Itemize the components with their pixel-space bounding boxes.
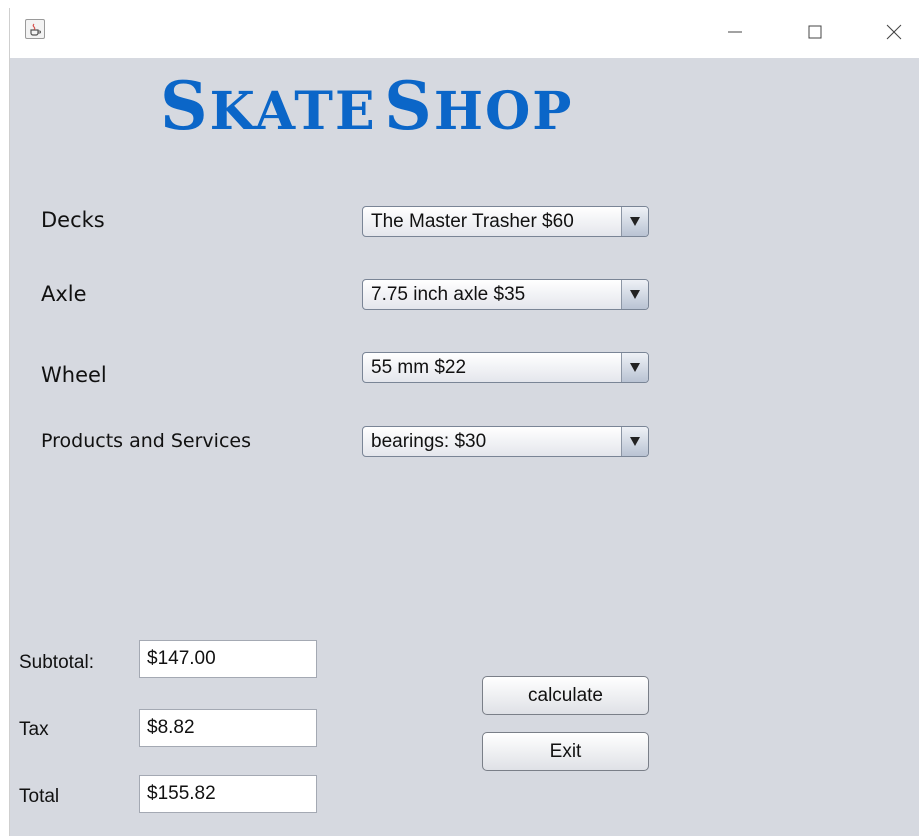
products-label: Products and Services (41, 430, 251, 452)
wheel-label: Wheel (41, 363, 107, 387)
chevron-down-icon (630, 363, 640, 372)
minimize-icon (728, 31, 742, 33)
maximize-button[interactable] (793, 14, 837, 50)
exit-button[interactable]: Exit (482, 732, 649, 771)
axle-dropdown-arrow[interactable] (621, 280, 648, 309)
wheel-selected-value: 55 mm $22 (371, 357, 467, 378)
total-label: Total (19, 786, 60, 807)
subtotal-field[interactable]: $147.00 (139, 640, 317, 678)
close-icon (886, 24, 902, 40)
decks-dropdown[interactable]: The Master Trasher $60 (362, 206, 649, 237)
title-first-rest: KATE (209, 81, 377, 142)
wheel-dropdown[interactable]: 55 mm $22 (362, 352, 649, 383)
total-field[interactable]: $155.82 (139, 775, 317, 813)
subtotal-label: Subtotal: (19, 652, 94, 673)
axle-label: Axle (41, 282, 87, 306)
shop-title: SKATE SHOP (160, 66, 720, 146)
axle-selected-value: 7.75 inch axle $35 (371, 284, 526, 305)
axle-dropdown[interactable]: 7.75 inch axle $35 (362, 279, 649, 310)
close-button[interactable] (872, 14, 916, 50)
minimize-button[interactable] (713, 14, 757, 50)
tax-label: Tax (19, 719, 49, 740)
title-first-cap: S (160, 67, 210, 145)
title-bar (10, 8, 919, 58)
decks-dropdown-arrow[interactable] (621, 207, 648, 236)
maximize-icon (808, 25, 822, 39)
app-window: SKATE SHOP Decks The Master Trasher $60 … (9, 8, 919, 836)
title-second-rest: HOP (433, 81, 574, 142)
title-second-cap: S (384, 67, 434, 145)
decks-selected-value: The Master Trasher $60 (371, 211, 574, 232)
chevron-down-icon (630, 217, 640, 226)
chevron-down-icon (630, 437, 640, 446)
java-cup-icon[interactable] (25, 19, 45, 39)
wheel-dropdown-arrow[interactable] (621, 353, 648, 382)
products-dropdown[interactable]: bearings: $30 (362, 426, 649, 457)
decks-label: Decks (41, 208, 105, 232)
tax-field[interactable]: $8.82 (139, 709, 317, 747)
products-dropdown-arrow[interactable] (621, 427, 648, 456)
products-selected-value: bearings: $30 (371, 431, 487, 452)
calculate-button[interactable]: calculate (482, 676, 649, 715)
chevron-down-icon (630, 290, 640, 299)
